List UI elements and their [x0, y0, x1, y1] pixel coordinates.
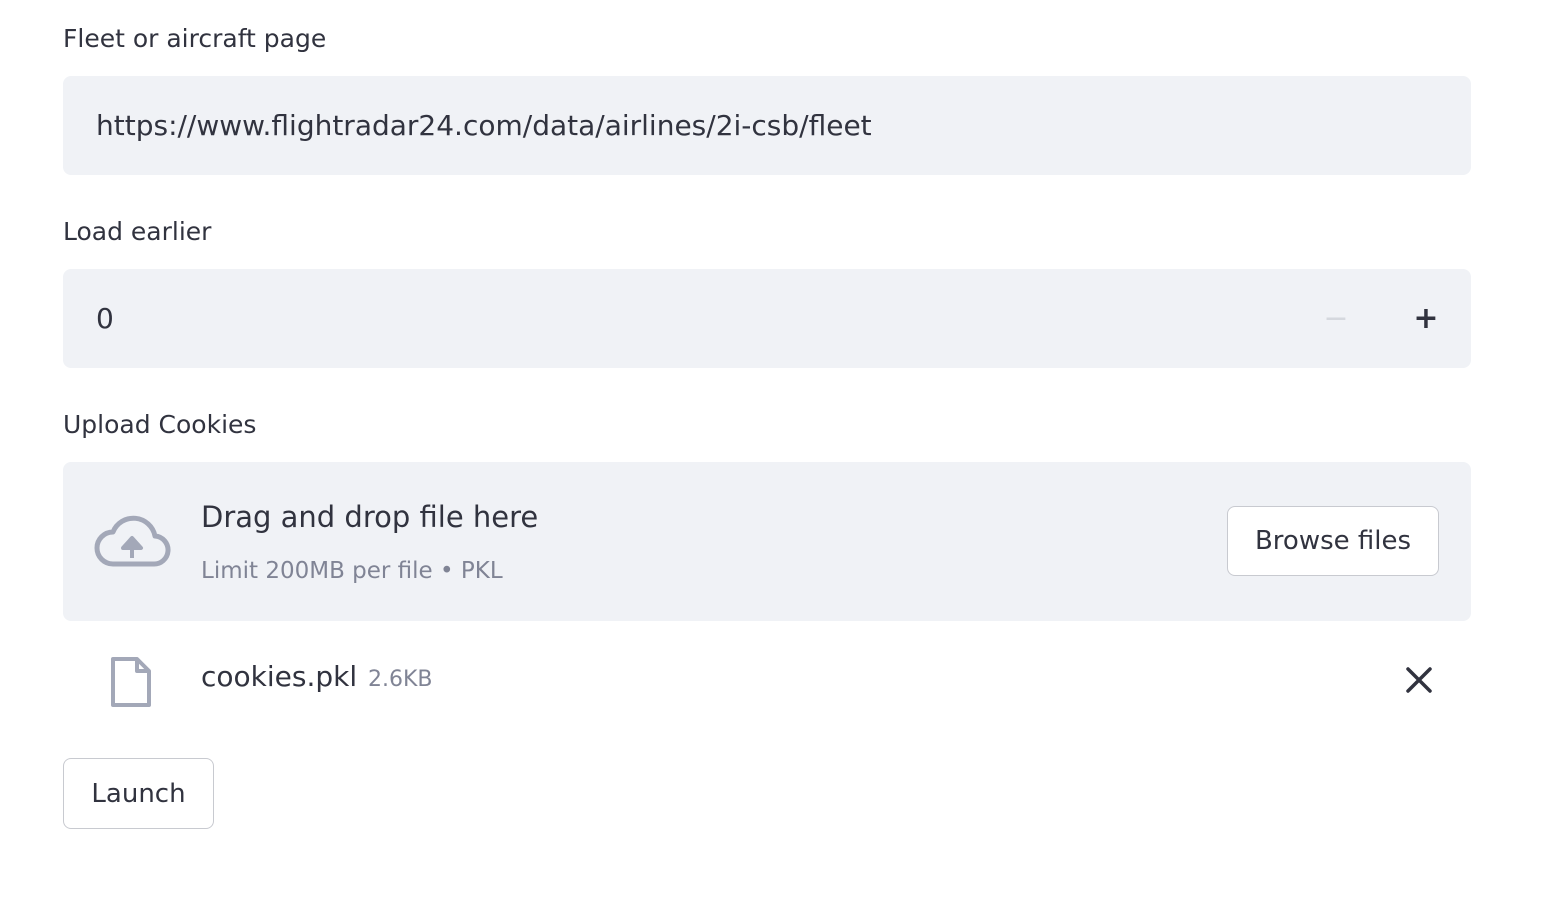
- uploaded-file-size: 2.6KB: [368, 667, 433, 692]
- dropzone-title: Drag and drop file here: [201, 500, 539, 534]
- url-field-label: Fleet or aircraft page: [63, 24, 327, 53]
- file-dropzone[interactable]: Drag and drop file here Limit 200MB per …: [63, 462, 1471, 621]
- browse-files-button[interactable]: Browse files: [1227, 506, 1439, 576]
- file-icon: [111, 657, 151, 707]
- url-input[interactable]: [63, 76, 1471, 175]
- uploaded-file-row: cookies.pkl 2.6KB: [63, 640, 1471, 720]
- uploaded-file-name: cookies.pkl: [201, 660, 358, 693]
- url-field-container: [63, 76, 1471, 175]
- increment-button[interactable]: +: [1381, 269, 1471, 368]
- load-earlier-container: − +: [63, 269, 1471, 368]
- close-icon[interactable]: [1399, 660, 1439, 700]
- app-page: Fleet or aircraft page Load earlier − + …: [0, 0, 1564, 904]
- upload-cookies-label: Upload Cookies: [63, 410, 257, 439]
- load-earlier-label: Load earlier: [63, 217, 212, 246]
- cloud-upload-icon: [94, 515, 171, 567]
- decrement-button[interactable]: −: [1291, 269, 1381, 368]
- launch-button[interactable]: Launch: [63, 758, 214, 829]
- dropzone-limit-text: Limit 200MB per file • PKL: [201, 558, 503, 584]
- load-earlier-input[interactable]: [63, 269, 1471, 368]
